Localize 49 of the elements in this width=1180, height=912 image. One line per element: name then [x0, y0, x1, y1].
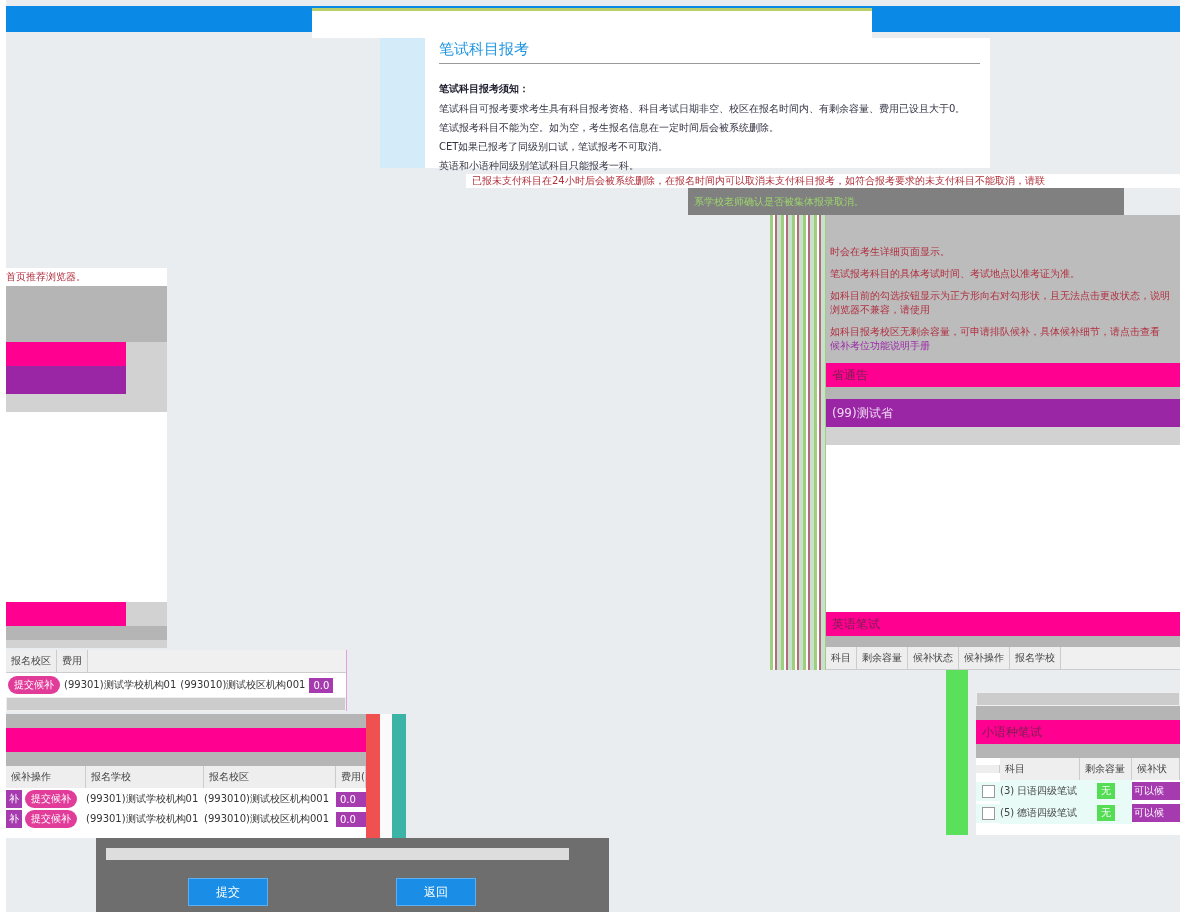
manual-link[interactable]: 候补考位功能说明手册 [830, 340, 930, 351]
action-button[interactable]: 返回 [396, 878, 476, 906]
section-header: 省通告 [826, 363, 1180, 388]
column-header: 报名校区 [204, 766, 336, 788]
table-cell: 0.0 [336, 811, 366, 827]
checkbox[interactable] [981, 806, 995, 820]
checkbox[interactable] [981, 784, 995, 798]
table-cell-text: (99301)测试学校机构01 [86, 792, 200, 806]
note-text: 首页推荐浏览器。 [6, 268, 167, 286]
warning-text: 已报未支付科目在24小时后会被系统删除，在报名时间内可以取消未支付科目报考，如符合报考要求的未支付科目不能取消，请联 [466, 174, 1180, 188]
submit-waitlist-button[interactable]: 提交候补 [8, 676, 60, 694]
submit-waitlist-button[interactable]: 提交候补 [25, 790, 77, 808]
column-header: 科目 [1000, 758, 1080, 780]
capacity-badge: 无 [1097, 805, 1115, 821]
section-header: 英语笔试 [826, 611, 1180, 636]
scrollbar[interactable] [976, 692, 1180, 706]
column-header: 候补操作 [6, 766, 86, 788]
section-header: 小语种笔试 [976, 720, 1180, 744]
province-header: (99)测试省 [826, 398, 1180, 427]
column-header: 费用( [336, 766, 366, 788]
action-button[interactable]: 提交 [188, 878, 268, 906]
capacity-badge: 无 [1097, 783, 1115, 799]
notice-text: 笔试科目可报考要求考生具有科目报考资格、科目考试日期非空、校区在报名时间内、有剩余容量、费用已设且大于0。 [439, 102, 967, 116]
table-cell: (993010)测试校区机构001 [180, 678, 306, 692]
checkbox-column-header [976, 765, 1000, 773]
scrollbar[interactable] [6, 697, 346, 711]
status-badge: 可以候 [1132, 782, 1180, 800]
table-cell: (5) 德语四级笔试 [1000, 802, 1080, 824]
status-cell: 补 [6, 790, 22, 808]
page-title: 笔试科目报考 [439, 38, 980, 64]
table-cell-text: (993010)测试校区机构001 [204, 812, 331, 826]
column-header: 剩余容量 [1080, 758, 1132, 780]
warning-text: 系学校老师确认是否被集体报录取消。 [694, 194, 864, 209]
table-cell-text: (993010)测试校区机构001 [204, 792, 331, 806]
table-cell: 0.0 [309, 677, 334, 693]
table-cell: (99301)测试学校机构01 [64, 678, 177, 692]
notice-text: 笔试报考科目不能为空。如为空，考生报名信息在一定时间后会被系统删除。 [439, 121, 780, 135]
status-cell: 补 [6, 810, 22, 828]
notice-text: CET如果已报考了同级别口试，笔试报考不可取消。 [439, 140, 670, 154]
submit-waitlist-button[interactable]: 提交候补 [25, 810, 77, 828]
column-header: 候补状 [1132, 758, 1180, 780]
status-badge: 可以候 [1132, 804, 1180, 822]
notice-text: 英语和小语种同级别笔试科目只能报考一科。 [439, 159, 640, 173]
table-cell: (3) 日语四级笔试 [1000, 780, 1080, 802]
table-cell-text: (99301)测试学校机构01 [86, 812, 200, 826]
table-cell: 0.0 [336, 791, 366, 807]
column-header: 报名学校 [86, 766, 204, 788]
scrollbar[interactable] [106, 848, 569, 860]
notice-heading: 笔试科目报考须知： [439, 82, 530, 96]
